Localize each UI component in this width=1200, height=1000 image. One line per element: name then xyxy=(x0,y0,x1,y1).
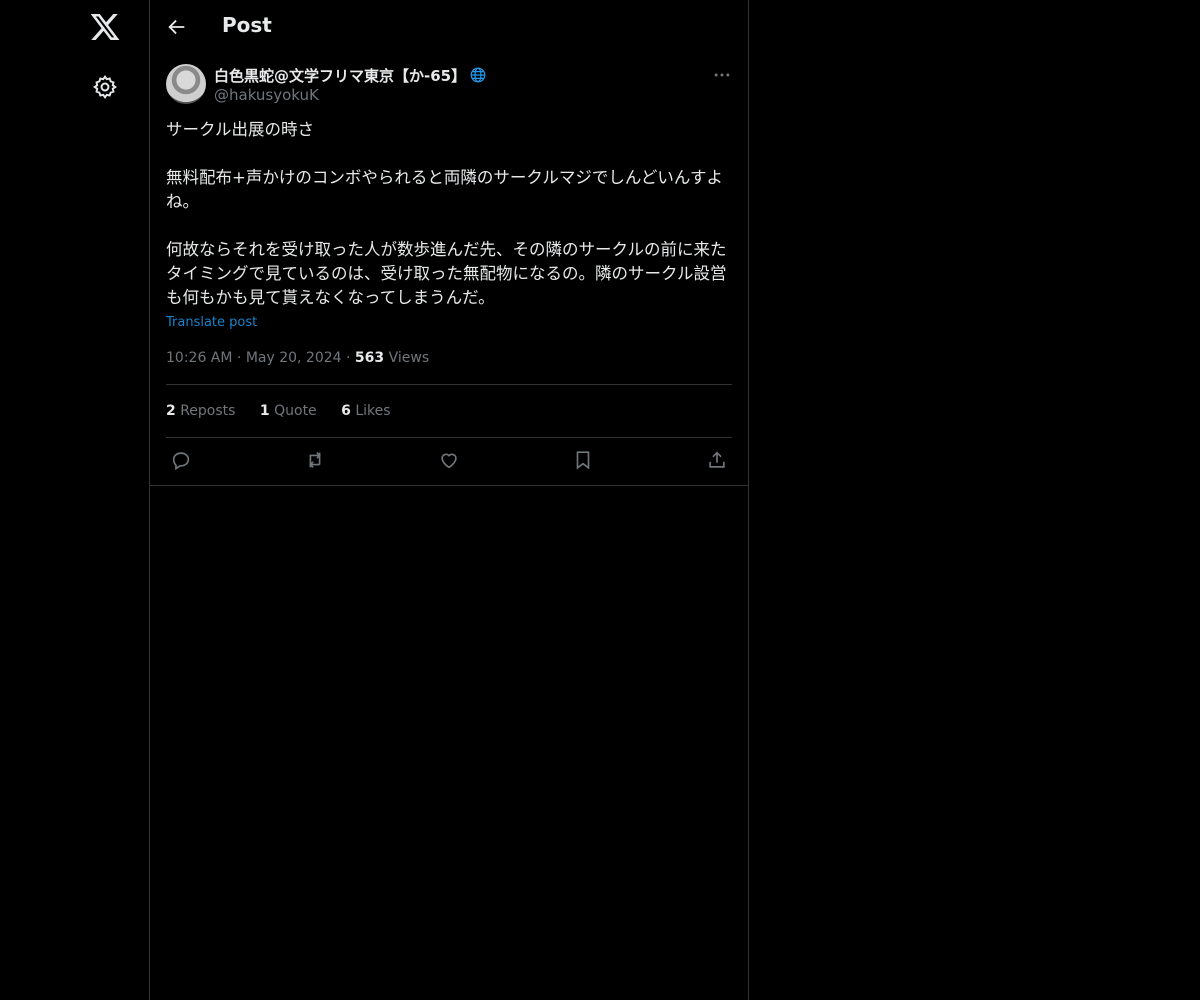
quotes-count: 1 xyxy=(259,403,270,419)
repost-icon[interactable] xyxy=(304,449,326,471)
post-paragraph: サークル出展の時さ xyxy=(166,120,315,139)
engagement-stats: 2 Reposts 1 Quote 6 Likes xyxy=(166,403,411,419)
author-name-row[interactable]: 白色黒蛇@文学フリマ東京【か-65】 xyxy=(214,65,487,86)
post-paragraph: 何故ならそれを受け取った人が数歩進んだ先、その隣のサークルの前に来たタイミングで… xyxy=(166,240,727,307)
bookmark-icon[interactable] xyxy=(572,449,594,471)
arrow-left-icon[interactable] xyxy=(166,16,188,38)
meta-separator: · xyxy=(236,350,242,366)
more-options-icon[interactable] xyxy=(712,65,732,85)
translate-post-link[interactable]: Translate post xyxy=(166,315,257,330)
post-paragraph: 無料配布+声かけのコンボやられると両隣のサークルマジでしんどいんすよね。 xyxy=(166,168,724,211)
sidebar xyxy=(0,0,149,1000)
divider xyxy=(150,485,748,486)
avatar[interactable] xyxy=(166,64,206,104)
main-column: Post 白色黒蛇@文学フリマ東京【か-65】 @hakusyokuK サークル… xyxy=(149,0,749,1000)
reposts-count: 2 xyxy=(166,403,176,419)
header: Post xyxy=(150,0,748,54)
x-logo-icon[interactable] xyxy=(89,11,121,43)
divider xyxy=(166,384,732,385)
author-name[interactable]: 白色黒蛇@文学フリマ東京【か-65】 xyxy=(214,67,466,85)
gear-icon[interactable] xyxy=(92,74,118,100)
quotes-stat[interactable]: 1 Quote xyxy=(260,403,317,419)
likes-label: Likes xyxy=(355,403,391,419)
post-meta: 10:26 AM · May 20, 2024 · 563 Views xyxy=(166,350,429,366)
share-icon[interactable] xyxy=(706,449,728,471)
action-bar xyxy=(166,449,732,473)
views-label: Views xyxy=(388,350,430,366)
globe-icon xyxy=(469,66,487,84)
like-icon[interactable] xyxy=(438,449,460,471)
author-handle[interactable]: @hakusyokuK xyxy=(214,86,319,104)
post-date[interactable]: May 20, 2024 xyxy=(246,350,342,366)
post-time[interactable]: 10:26 AM xyxy=(166,350,232,366)
reposts-label: Reposts xyxy=(180,403,236,419)
page-title: Post xyxy=(222,13,272,37)
reply-icon[interactable] xyxy=(170,449,192,471)
meta-separator: · xyxy=(346,350,351,366)
views-count: 563 xyxy=(354,350,385,366)
likes-count: 6 xyxy=(341,403,351,419)
divider xyxy=(166,437,732,438)
reposts-stat[interactable]: 2 Reposts xyxy=(166,403,235,419)
likes-stat[interactable]: 6 Likes xyxy=(341,403,390,419)
quotes-label: Quote xyxy=(274,403,317,419)
post-text: サークル出展の時さ 無料配布+声かけのコンボやられると両隣のサークルマジでしんど… xyxy=(166,118,732,310)
